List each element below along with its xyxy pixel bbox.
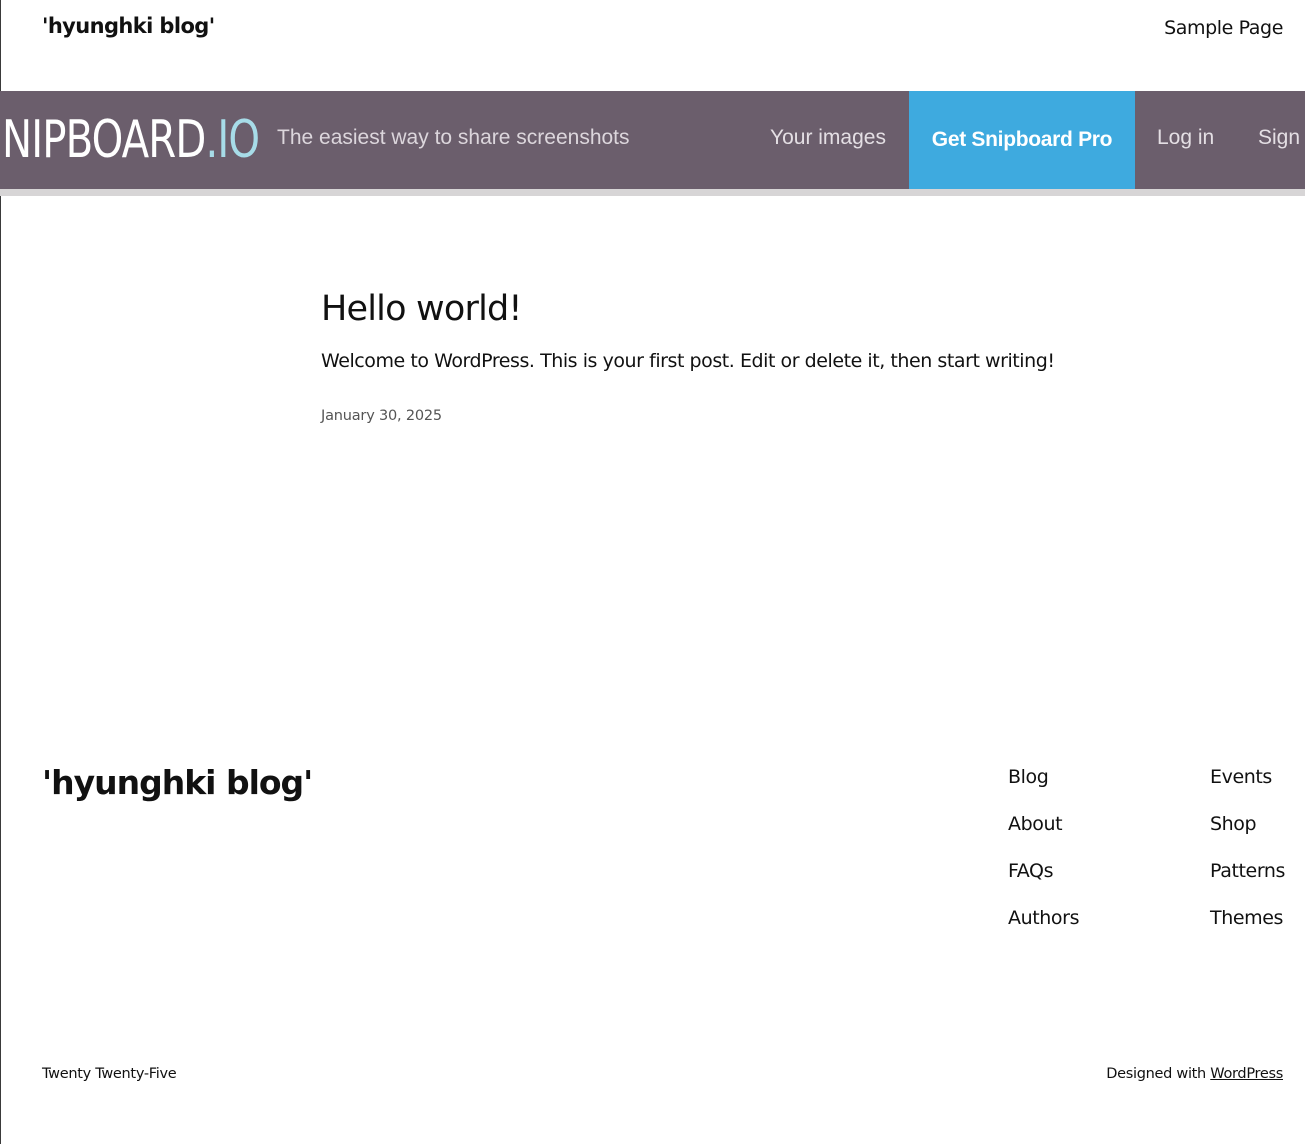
footer-link-themes[interactable]: Themes: [1210, 906, 1285, 953]
your-images-link[interactable]: Your images: [770, 126, 886, 150]
footer-link-patterns[interactable]: Patterns: [1210, 859, 1285, 906]
footer-link-about[interactable]: About: [1008, 812, 1079, 859]
nav-sample-page-link[interactable]: Sample Page: [1164, 17, 1283, 39]
wordpress-link[interactable]: WordPress: [1210, 1066, 1283, 1082]
snipboard-logo-tld: .IO: [205, 110, 260, 170]
snipboard-tagline: The easiest way to share screenshots: [277, 126, 630, 149]
post-date: January 30, 2025: [321, 408, 442, 424]
site-title-link[interactable]: 'hyunghki blog': [42, 14, 215, 38]
footer-link-events[interactable]: Events: [1210, 765, 1285, 812]
footer-nav-column-1: Blog About FAQs Authors: [1008, 765, 1079, 953]
post-title-link[interactable]: Hello world!: [321, 289, 522, 329]
snipboard-header-bar: NIPBOARD.IO The easiest way to share scr…: [0, 91, 1305, 189]
sign-up-link[interactable]: Sign: [1258, 126, 1300, 150]
get-pro-label: Get Snipboard Pro: [931, 128, 1113, 151]
footer-link-blog[interactable]: Blog: [1008, 765, 1079, 812]
footer-link-shop[interactable]: Shop: [1210, 812, 1285, 859]
footer-theme-name: Twenty Twenty-Five: [42, 1066, 177, 1082]
footer-nav-column-2: Events Shop Patterns Themes: [1210, 765, 1285, 953]
footer-link-authors[interactable]: Authors: [1008, 906, 1079, 953]
footer-credit: Designed with WordPress: [1106, 1066, 1283, 1082]
snipboard-logo[interactable]: NIPBOARD.IO: [2, 108, 260, 172]
get-snipboard-pro-button[interactable]: Get Snipboard Pro: [909, 91, 1135, 189]
log-in-link[interactable]: Log in: [1157, 126, 1214, 150]
snipboard-bar-shadow: [0, 189, 1305, 196]
credit-prefix: Designed with: [1106, 1066, 1211, 1082]
footer-link-faqs[interactable]: FAQs: [1008, 859, 1079, 906]
snipboard-logo-main: NIPBOARD: [2, 110, 206, 170]
post-excerpt: Welcome to WordPress. This is your first…: [321, 350, 1055, 372]
footer-site-title-link[interactable]: 'hyunghki blog': [42, 763, 313, 802]
